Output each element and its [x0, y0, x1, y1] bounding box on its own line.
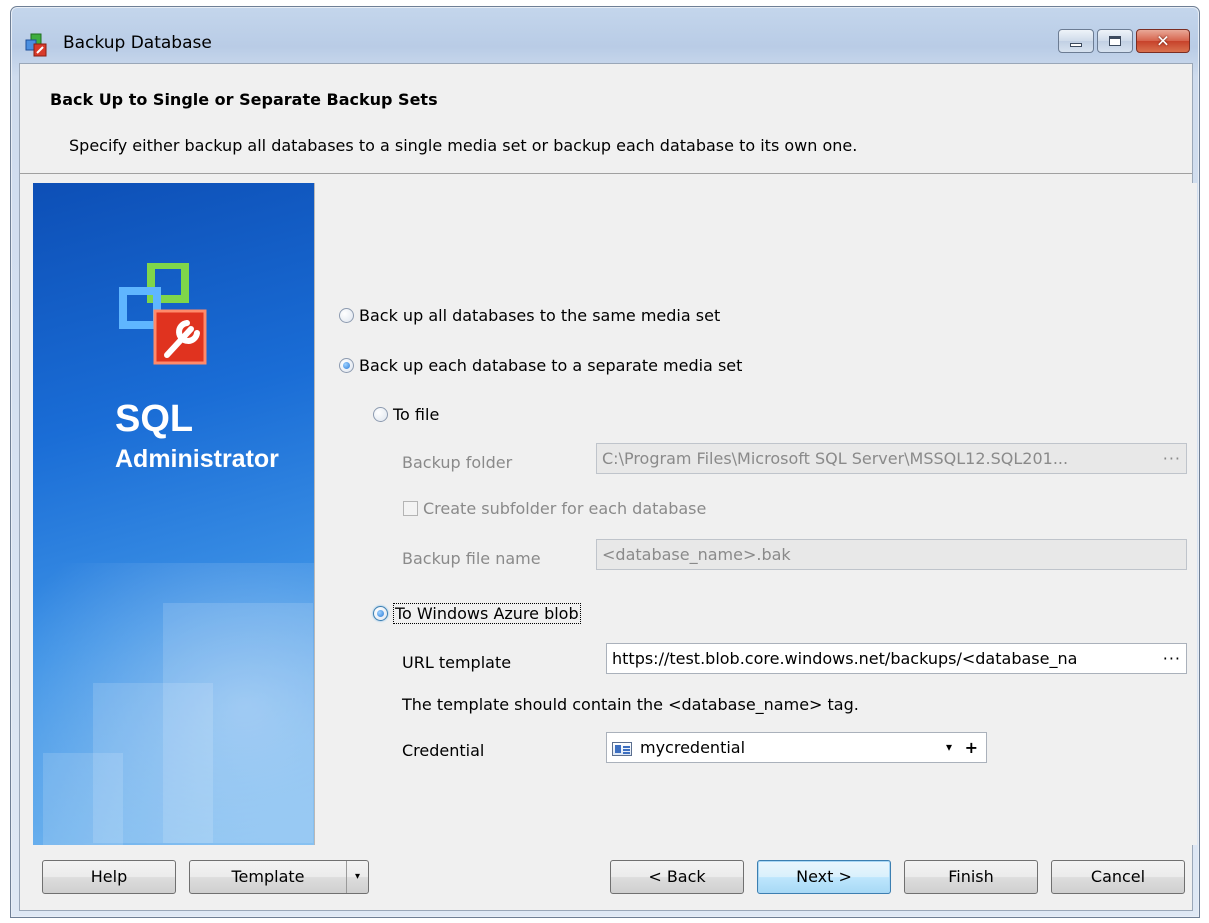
minimize-icon: [1070, 43, 1082, 47]
help-button-label: Help: [90, 867, 128, 886]
checkbox[interactable]: [403, 501, 418, 516]
add-credential-icon[interactable]: +: [965, 733, 978, 762]
page-description: Specify either backup all databases to a…: [69, 136, 858, 155]
radio-same-media-set[interactable]: Back up all databases to the same media …: [339, 306, 720, 325]
template-button-label: Template: [231, 867, 305, 886]
radio-label: To file: [393, 405, 440, 424]
radio-button[interactable]: [373, 407, 388, 422]
next-button-label: Next >: [796, 867, 852, 886]
cancel-button-label: Cancel: [1090, 867, 1146, 886]
radio-separate-media-set[interactable]: Back up each database to a separate medi…: [339, 356, 742, 375]
back-button-label: < Back: [648, 867, 706, 886]
cancel-button[interactable]: Cancel: [1051, 860, 1185, 894]
credential-label: Credential: [402, 741, 485, 760]
backup-database-window: Backup Database ✕ Back Up to Single or S…: [10, 6, 1200, 918]
backup-file-name-value: <database_name>.bak: [602, 545, 791, 564]
url-template-value: https://test.blob.core.windows.net/backu…: [612, 649, 1078, 668]
checkbox-label: Create subfolder for each database: [423, 499, 707, 518]
radio-button[interactable]: [339, 358, 354, 373]
browse-folder-button[interactable]: ···: [1163, 444, 1181, 473]
browse-url-button[interactable]: ···: [1163, 644, 1181, 673]
radio-label: Back up each database to a separate medi…: [359, 356, 743, 375]
page-title: Back Up to Single or Separate Backup Set…: [50, 90, 438, 109]
back-button[interactable]: < Back: [610, 860, 744, 894]
radio-button[interactable]: [339, 308, 354, 323]
template-dropdown-arrow-icon[interactable]: ▾: [346, 861, 368, 893]
credential-icon: [612, 741, 632, 756]
radio-to-azure-blob[interactable]: To Windows Azure blob: [373, 603, 581, 624]
backup-folder-label: Backup folder: [402, 453, 513, 472]
radio-label: Back up all databases to the same media …: [359, 306, 721, 325]
next-button[interactable]: Next >: [757, 860, 891, 894]
dropdown-arrow-icon[interactable]: ▾: [946, 733, 952, 762]
template-hint: The template should contain the <databas…: [402, 695, 859, 714]
sql-administrator-logo-icon: [119, 263, 207, 365]
options-panel: Back up all databases to the same media …: [314, 183, 1197, 845]
close-icon: ✕: [1156, 31, 1170, 51]
backup-file-name-field[interactable]: <database_name>.bak: [596, 539, 1187, 570]
finish-button[interactable]: Finish: [904, 860, 1038, 894]
radio-label: To Windows Azure blob: [393, 603, 581, 624]
url-template-field[interactable]: https://test.blob.core.windows.net/backu…: [606, 643, 1187, 674]
wizard-body: Back Up to Single or Separate Backup Set…: [19, 63, 1197, 911]
credential-value: mycredential: [640, 738, 746, 757]
maximize-icon: [1109, 36, 1121, 46]
brand-name-line2: Administrator: [115, 445, 279, 473]
template-button[interactable]: Template ▾: [189, 860, 369, 894]
backup-folder-field[interactable]: C:\Program Files\Microsoft SQL Server\MS…: [596, 443, 1187, 474]
credential-combobox[interactable]: mycredential ▾ +: [606, 732, 987, 763]
side-banner: SQL Administrator: [33, 183, 314, 845]
finish-button-label: Finish: [948, 867, 994, 886]
maximize-button[interactable]: [1097, 29, 1133, 53]
help-button[interactable]: Help: [42, 860, 176, 894]
window-title: Backup Database: [63, 33, 212, 53]
radio-to-file[interactable]: To file: [373, 405, 439, 424]
title-bar[interactable]: Backup Database ✕: [11, 7, 1199, 63]
minimize-button[interactable]: [1058, 29, 1094, 53]
wizard-header: Back Up to Single or Separate Backup Set…: [20, 64, 1192, 174]
radio-button[interactable]: [373, 606, 388, 621]
window-controls: ✕: [1058, 29, 1190, 53]
app-icon: [25, 33, 47, 57]
url-template-label: URL template: [402, 653, 512, 672]
brand-name-line1: SQL: [115, 398, 194, 440]
close-button[interactable]: ✕: [1136, 29, 1190, 53]
backup-folder-value: C:\Program Files\Microsoft SQL Server\MS…: [602, 449, 1069, 468]
backup-file-name-label: Backup file name: [402, 549, 541, 568]
create-subfolder-checkbox[interactable]: Create subfolder for each database: [403, 499, 706, 518]
